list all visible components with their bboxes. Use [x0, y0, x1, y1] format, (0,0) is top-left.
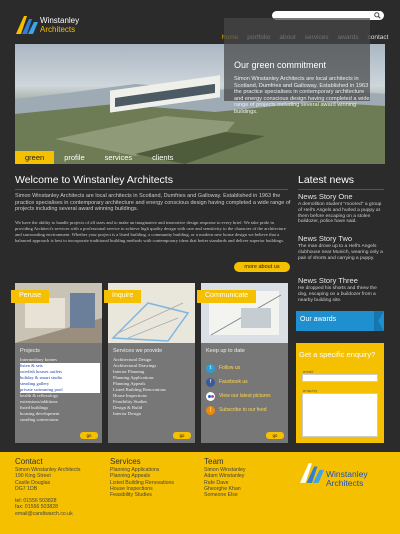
footer-logo-icon: [300, 463, 324, 483]
footer-team-list: Simon Winstanley Adam Winstanley Rafe Dave…: [204, 467, 284, 498]
welcome-intro: Simon Winstanley Architects are local ar…: [15, 193, 291, 213]
hero-text: Simon Winstanley Architects are local ar…: [234, 76, 370, 115]
footer-contact-list: Simon Winstanley Architects 190 King Stre…: [15, 467, 105, 517]
projects-heading: Projects: [20, 348, 40, 354]
social-link-rss[interactable]: ) Subscribe to our feed: [206, 403, 271, 417]
enquiry-field[interactable]: [302, 393, 378, 437]
project-link[interactable]: steading conversions: [20, 417, 100, 423]
news-story-text: The man drove up to a Hell's Angels club…: [298, 244, 383, 261]
facebook-icon: f: [206, 377, 215, 387]
projects-list: Intermediary homes listen & sets swedish h…: [20, 357, 100, 423]
peruse-body: Projects Intermediary homes listen & sets…: [15, 343, 102, 443]
logo-icon[interactable]: [16, 14, 38, 34]
welcome-body: We have the ability to handle projects o…: [15, 220, 286, 243]
awards-label[interactable]: Our awards: [300, 316, 336, 323]
keep-up-heading: Keep up to date: [206, 348, 245, 354]
flickr-icon: [206, 391, 215, 401]
footer-brand-line2: Architects: [326, 478, 364, 488]
footer-services-title: Services: [110, 457, 141, 466]
communicate-body: Keep up to date t Follow us f Facebook u…: [201, 343, 288, 443]
divider: [298, 189, 384, 190]
tab-profile[interactable]: profile: [54, 151, 94, 164]
communicate-banner[interactable]: Communicate: [197, 290, 257, 303]
service-link[interactable]: Interior Design: [113, 411, 193, 417]
latest-news-title: Latest news: [298, 174, 355, 186]
rss-icon: ): [206, 405, 215, 415]
peruse-banner[interactable]: Peruse: [11, 290, 50, 303]
brand-name[interactable]: Winstanley Architects: [40, 16, 79, 34]
tab-services[interactable]: services: [95, 151, 143, 164]
news-story-text: A demolition student "moored" a group of…: [298, 202, 382, 225]
communicate-card: Communicate Keep up to date t Follow us …: [197, 283, 288, 443]
search-icon[interactable]: [374, 12, 381, 19]
enquiry-title: Get a specific enquiry?: [299, 350, 376, 359]
tab-clients[interactable]: clients: [142, 151, 183, 164]
communicate-go-button[interactable]: go: [266, 432, 284, 439]
inquire-go-button[interactable]: go: [173, 432, 191, 439]
brand-name-line2: Architects: [40, 25, 76, 34]
social-links: t Follow us f Facebook us View our lates…: [206, 361, 271, 417]
hero-tabs: green profile services clients: [15, 151, 183, 164]
social-link-label: Subscribe to our feed: [219, 407, 267, 413]
services-list: Architectural Design Architectural Drawin…: [113, 357, 193, 417]
footer-brand-name: Winstanley Architects: [326, 470, 368, 488]
footer-team-title: Team: [204, 457, 224, 466]
peruse-go-button[interactable]: go: [80, 432, 98, 439]
hero-title: Our green commitment: [234, 60, 327, 70]
nav-contact[interactable]: contact: [367, 34, 388, 44]
inquire-banner[interactable]: Inquire: [104, 290, 142, 303]
twitter-icon: t: [206, 363, 215, 373]
services-heading: Services we provide: [113, 348, 163, 354]
brand-name-line1: Winstanley: [40, 16, 80, 25]
inquire-card: Inquire Services we provide Architectura…: [104, 283, 195, 443]
inquire-body: Services we provide Architectural Design…: [108, 343, 195, 443]
social-link-twitter[interactable]: t Follow us: [206, 361, 271, 375]
news-story-text: He dropped his shorts and threw the dog,…: [298, 286, 377, 303]
tab-green[interactable]: green: [15, 151, 55, 164]
footer-service-link[interactable]: Feasibility Studies: [110, 492, 200, 498]
news-story-title[interactable]: News Story One: [298, 192, 353, 201]
welcome-title: Welcome to Winstanley Architects: [15, 174, 173, 186]
social-link-flickr[interactable]: View our latest pictures: [206, 389, 271, 403]
divider: [15, 189, 288, 190]
social-link-facebook[interactable]: f Facebook us: [206, 375, 271, 389]
footer-contact-line: email@candiwarch.co.uk: [15, 510, 73, 517]
social-link-label: Facebook us: [219, 379, 248, 385]
news-story-title[interactable]: News Story Two: [298, 234, 352, 243]
footer-services-list: Planning Applications Planning Appeals Lis…: [110, 467, 200, 498]
email-field[interactable]: [302, 374, 378, 382]
ribbon-notch-icon: [374, 311, 384, 331]
social-link-label: Follow us: [219, 365, 241, 371]
footer-team-member: Someone Else: [204, 492, 238, 499]
peruse-card: Peruse Projects Intermediary homes listen…: [11, 283, 102, 443]
social-link-label: View our latest pictures: [219, 393, 271, 399]
footer-contact-title: Contact: [15, 457, 43, 466]
more-about-us-button[interactable]: more about us: [234, 262, 290, 272]
news-story-title[interactable]: News Story Three: [298, 276, 358, 285]
